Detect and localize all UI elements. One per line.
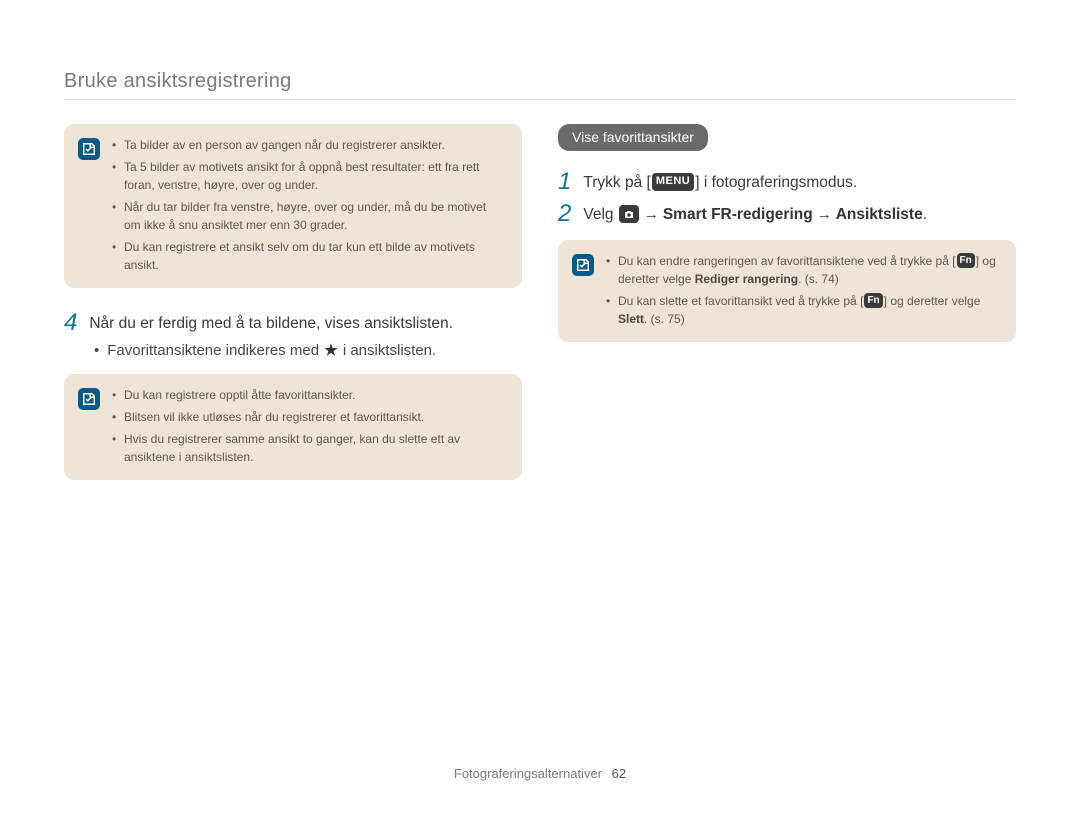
content-columns: Ta bilder av en person av gangen når du … [64, 124, 1016, 502]
info-box-tips-1: Ta bilder av en person av gangen når du … [64, 124, 522, 288]
step-number: 2 [558, 201, 571, 227]
arrow-icon: → [644, 206, 659, 223]
camera-icon [619, 205, 639, 223]
tip-item: Hvis du registrerer samme ansikt to gang… [112, 430, 504, 466]
step-2: 2 Velg →Smart FR-redigering→Ansiktsliste… [558, 201, 1016, 227]
page-title: Bruke ansiktsregistrering [64, 70, 1016, 100]
tip-item: Du kan registrere et ansikt selv om du t… [112, 238, 504, 274]
footer-section: Fotograferingsalternativer [454, 766, 602, 781]
tip-item: Du kan slette et favorittansikt ved å tr… [606, 292, 998, 328]
left-column: Ta bilder av en person av gangen når du … [64, 124, 522, 502]
tip-item: Du kan registrere opptil åtte favorittan… [112, 386, 504, 404]
tip-list: Du kan registrere opptil åtte favorittan… [112, 386, 504, 466]
tip-item: Når du tar bilder fra venstre, høyre, ov… [112, 198, 504, 234]
step-text: Trykk på [MENU] i fotograferingsmodus. [583, 169, 857, 194]
manual-page: Bruke ansiktsregistrering Ta bilder av e… [0, 0, 1080, 542]
step-1: 1 Trykk på [MENU] i fotograferingsmodus. [558, 169, 1016, 195]
tip-list: Ta bilder av en person av gangen når du … [112, 136, 504, 274]
tip-item: Du kan endre rangeringen av favorittansi… [606, 252, 998, 288]
section-pill: Vise favorittansikter [558, 124, 708, 151]
info-box-tips-2: Du kan registrere opptil åtte favorittan… [64, 374, 522, 480]
note-icon [572, 254, 594, 276]
step-4: 4 Når du er ferdig med å ta bildene, vis… [64, 310, 522, 336]
tip-item: Ta 5 bilder av motivets ansikt for å opp… [112, 158, 504, 194]
step-4-sub: Favorittansiktene indikeres med ★ i ansi… [94, 342, 522, 374]
step-number: 4 [64, 310, 77, 336]
substep-text-after: i ansiktslisten. [339, 342, 437, 359]
fn-button-icon: Fn [864, 293, 882, 308]
right-column: Vise favorittansikter 1 Trykk på [MENU] … [558, 124, 1016, 502]
arrow-icon: → [817, 206, 832, 223]
tip-list: Du kan endre rangeringen av favorittansi… [606, 252, 998, 328]
footer-page-number: 62 [612, 766, 626, 781]
step-number: 1 [558, 169, 571, 195]
menu-button-icon: MENU [652, 173, 694, 191]
fn-button-icon: Fn [957, 253, 975, 268]
note-icon [78, 138, 100, 160]
page-footer: Fotograferingsalternativer 62 [0, 766, 1080, 781]
substep-text-before: Favorittansiktene indikeres med [107, 342, 323, 359]
note-icon [78, 388, 100, 410]
star-icon: ★ [324, 341, 337, 359]
info-box-tips-3: Du kan endre rangeringen av favorittansi… [558, 240, 1016, 342]
tip-item: Blitsen vil ikke utløses når du registre… [112, 408, 504, 426]
step-text: Velg →Smart FR-redigering→Ansiktsliste. [583, 201, 927, 226]
menu-path: Smart FR-redigering [663, 206, 813, 223]
step-text: Når du er ferdig med å ta bildene, vises… [89, 310, 453, 335]
tip-item: Ta bilder av en person av gangen når du … [112, 136, 504, 154]
menu-path: Ansiktsliste [836, 206, 923, 223]
